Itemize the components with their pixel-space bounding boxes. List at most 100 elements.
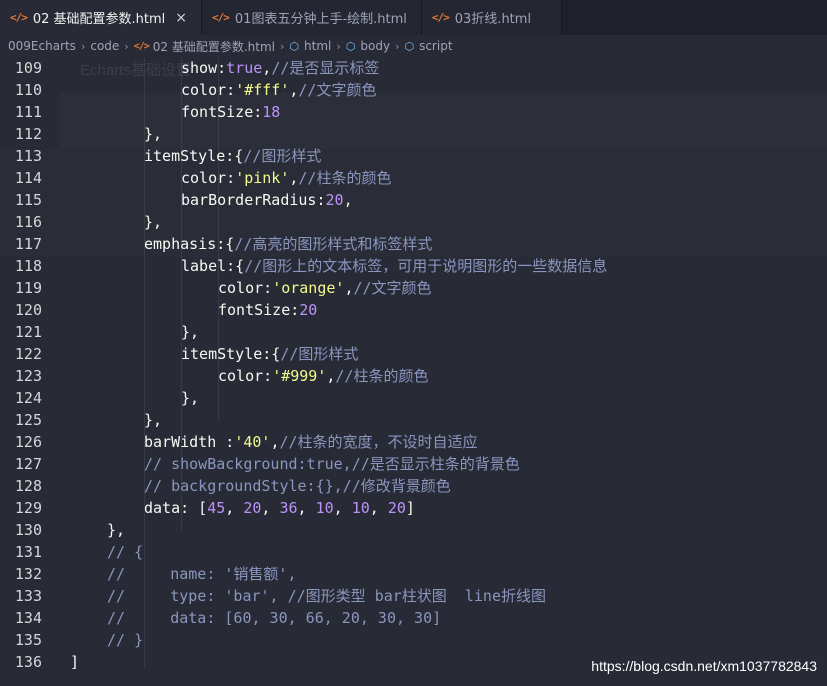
breadcrumb-item-code[interactable]: code [90, 39, 119, 53]
code-token: '#fff' [235, 81, 290, 99]
code-text: emphasis:{//高亮的图形样式和标签样式 [144, 233, 432, 255]
breadcrumb-item-file[interactable]: </> 02 基础配置参数.html [134, 38, 275, 55]
code-token: show [181, 59, 218, 77]
code-line[interactable]: 135 // } [0, 629, 827, 651]
code-line[interactable]: 130}, [0, 519, 827, 541]
code-token: 20 [243, 499, 262, 517]
code-line[interactable]: 112}, [0, 123, 827, 145]
code-line[interactable]: 133 // type: 'bar', //图形类型 bar柱状图 line折线图 [0, 585, 827, 607]
code-line[interactable]: 125}, [0, 409, 827, 431]
symbol-element-icon: ⬡ [289, 39, 300, 53]
code-token: : [226, 169, 236, 187]
code-text: color:'#fff',//文字颜色 [181, 79, 376, 101]
code-token: //柱条的宽度，不设时自适应 [279, 433, 478, 451]
code-token: // type: 'bar', //图形类型 bar柱状图 line折线图 [107, 587, 546, 605]
code-token: // { [107, 543, 144, 561]
code-token: data [144, 499, 181, 517]
code-text: label:{//图形上的文本标签，可用于说明图形的一些数据信息 [181, 255, 607, 277]
code-line[interactable]: 127 // showBackground:true,//是否显示柱条的背景色 [0, 453, 827, 475]
code-text: itemStyle:{//图形样式 [181, 343, 358, 365]
code-token: , [225, 499, 244, 517]
code-line[interactable]: 121}, [0, 321, 827, 343]
code-line[interactable]: 114 color:'pink',//柱条的颜色 [0, 167, 827, 189]
code-text: itemStyle:{//图形样式 [144, 145, 321, 167]
html-file-icon: </> [133, 40, 150, 52]
code-token: : [226, 81, 236, 99]
code-token: //柱条的颜色 [335, 367, 429, 385]
line-number: 120 [14, 301, 42, 319]
line-number: 119 [14, 279, 42, 297]
breadcrumb-item-html[interactable]: ⬡ html [289, 39, 331, 53]
tab-01-draw[interactable]: </> 01图表五分钟上手-绘制.html [202, 0, 422, 35]
code-text: show:true,//是否显示标签 [181, 57, 379, 79]
code-text: // data: [60, 30, 66, 20, 30, 30] [107, 607, 441, 629]
code-line[interactable]: 123 color:'#999',//柱条的颜色 [0, 365, 827, 387]
code-line[interactable]: 117 emphasis:{//高亮的图形样式和标签样式 [0, 233, 827, 255]
code-line[interactable]: 119 color:'orange',//文字颜色 [0, 277, 827, 299]
code-line[interactable]: 109 show:true,//是否显示标签 [0, 57, 827, 79]
code-line[interactable]: 122 itemStyle:{//图形样式 [0, 343, 827, 365]
tab-label: 03折线.html [454, 12, 532, 27]
code-line[interactable]: 128 // backgroundStyle:{},//修改背景颜色 [0, 475, 827, 497]
code-token: // backgroundStyle:{},//修改背景颜色 [144, 477, 451, 495]
code-token: //图形上的文本标签，可用于说明图形的一些数据信息 [244, 257, 608, 275]
tab-bar-empty-space [562, 0, 827, 35]
code-line[interactable]: 110 color:'#fff',//文字颜色 [0, 79, 827, 101]
code-text: }, [144, 211, 162, 233]
line-number: 125 [14, 411, 42, 429]
code-token: , [333, 499, 352, 517]
code-line[interactable]: 118 label:{//图形上的文本标签，可用于说明图形的一些数据信息 [0, 255, 827, 277]
line-number: 127 [14, 455, 42, 473]
tab-label: 01图表五分钟上手-绘制.html [234, 12, 407, 27]
breadcrumb-item-folder[interactable]: 009Echarts [8, 39, 76, 53]
code-token: label [181, 257, 227, 275]
code-token: }, [107, 521, 126, 539]
breadcrumb-item-script[interactable]: ⬡ script [404, 39, 452, 53]
code-token: }, [181, 389, 200, 407]
chevron-right-icon: › [336, 39, 341, 53]
chevron-right-icon: › [80, 39, 86, 53]
code-token: 45 [207, 499, 226, 517]
code-text: color:'pink',//柱条的颜色 [181, 167, 391, 189]
line-number: 117 [14, 235, 42, 253]
code-text: barBorderRadius:20, [181, 189, 353, 211]
code-token: , [369, 499, 388, 517]
code-token: 20 [325, 191, 344, 209]
code-line[interactable]: 131 // { [0, 541, 827, 563]
line-number: 135 [14, 631, 42, 649]
breadcrumb-item-body[interactable]: ⬡ body [346, 39, 390, 53]
code-line[interactable]: 115 barBorderRadius:20, [0, 189, 827, 211]
code-text: // name: '销售额', [107, 563, 297, 585]
code-token: 18 [262, 103, 281, 121]
code-line[interactable]: 126 barWidth :'40',//柱条的宽度，不设时自适应 [0, 431, 827, 453]
code-line[interactable]: 129 data: [45, 20, 36, 10, 10, 20] [0, 497, 827, 519]
line-number: 129 [14, 499, 42, 517]
code-text: // showBackground:true,//是否显示柱条的背景色 [144, 453, 520, 475]
code-token: 'pink' [235, 169, 290, 187]
line-number: 133 [14, 587, 42, 605]
code-line[interactable]: 132 // name: '销售额', [0, 563, 827, 585]
code-token: itemStyle [144, 147, 226, 165]
code-token: :{ [226, 257, 245, 275]
line-number: 123 [14, 367, 42, 385]
code-token: color [218, 279, 264, 297]
code-token: 10 [315, 499, 334, 517]
tab-02-config[interactable]: </> 02 基础配置参数.html × [0, 0, 203, 35]
code-token: //柱条的颜色 [298, 169, 392, 187]
code-editor[interactable]: Echarts基础设置 109 show:true,//是否显示标签 110 colo… [0, 57, 827, 686]
code-token: ] [70, 653, 80, 671]
code-line[interactable]: 111 fontSize:18 [0, 101, 827, 123]
close-icon[interactable]: × [175, 10, 187, 26]
code-token: // name: '销售额', [107, 565, 297, 583]
code-line[interactable]: 120 fontSize:20 [0, 299, 827, 321]
code-token: }, [144, 125, 163, 143]
code-line[interactable]: 124}, [0, 387, 827, 409]
line-number: 110 [14, 81, 42, 99]
code-line[interactable]: 134 // data: [60, 30, 66, 20, 30, 30] [0, 607, 827, 629]
line-number: 128 [14, 477, 42, 495]
code-token: emphasis [144, 235, 217, 253]
code-line[interactable]: 116}, [0, 211, 827, 233]
tab-03-line[interactable]: </> 03折线.html [421, 0, 563, 35]
code-line[interactable]: 113 itemStyle:{//图形样式 [0, 145, 827, 167]
code-token: // } [107, 631, 144, 649]
